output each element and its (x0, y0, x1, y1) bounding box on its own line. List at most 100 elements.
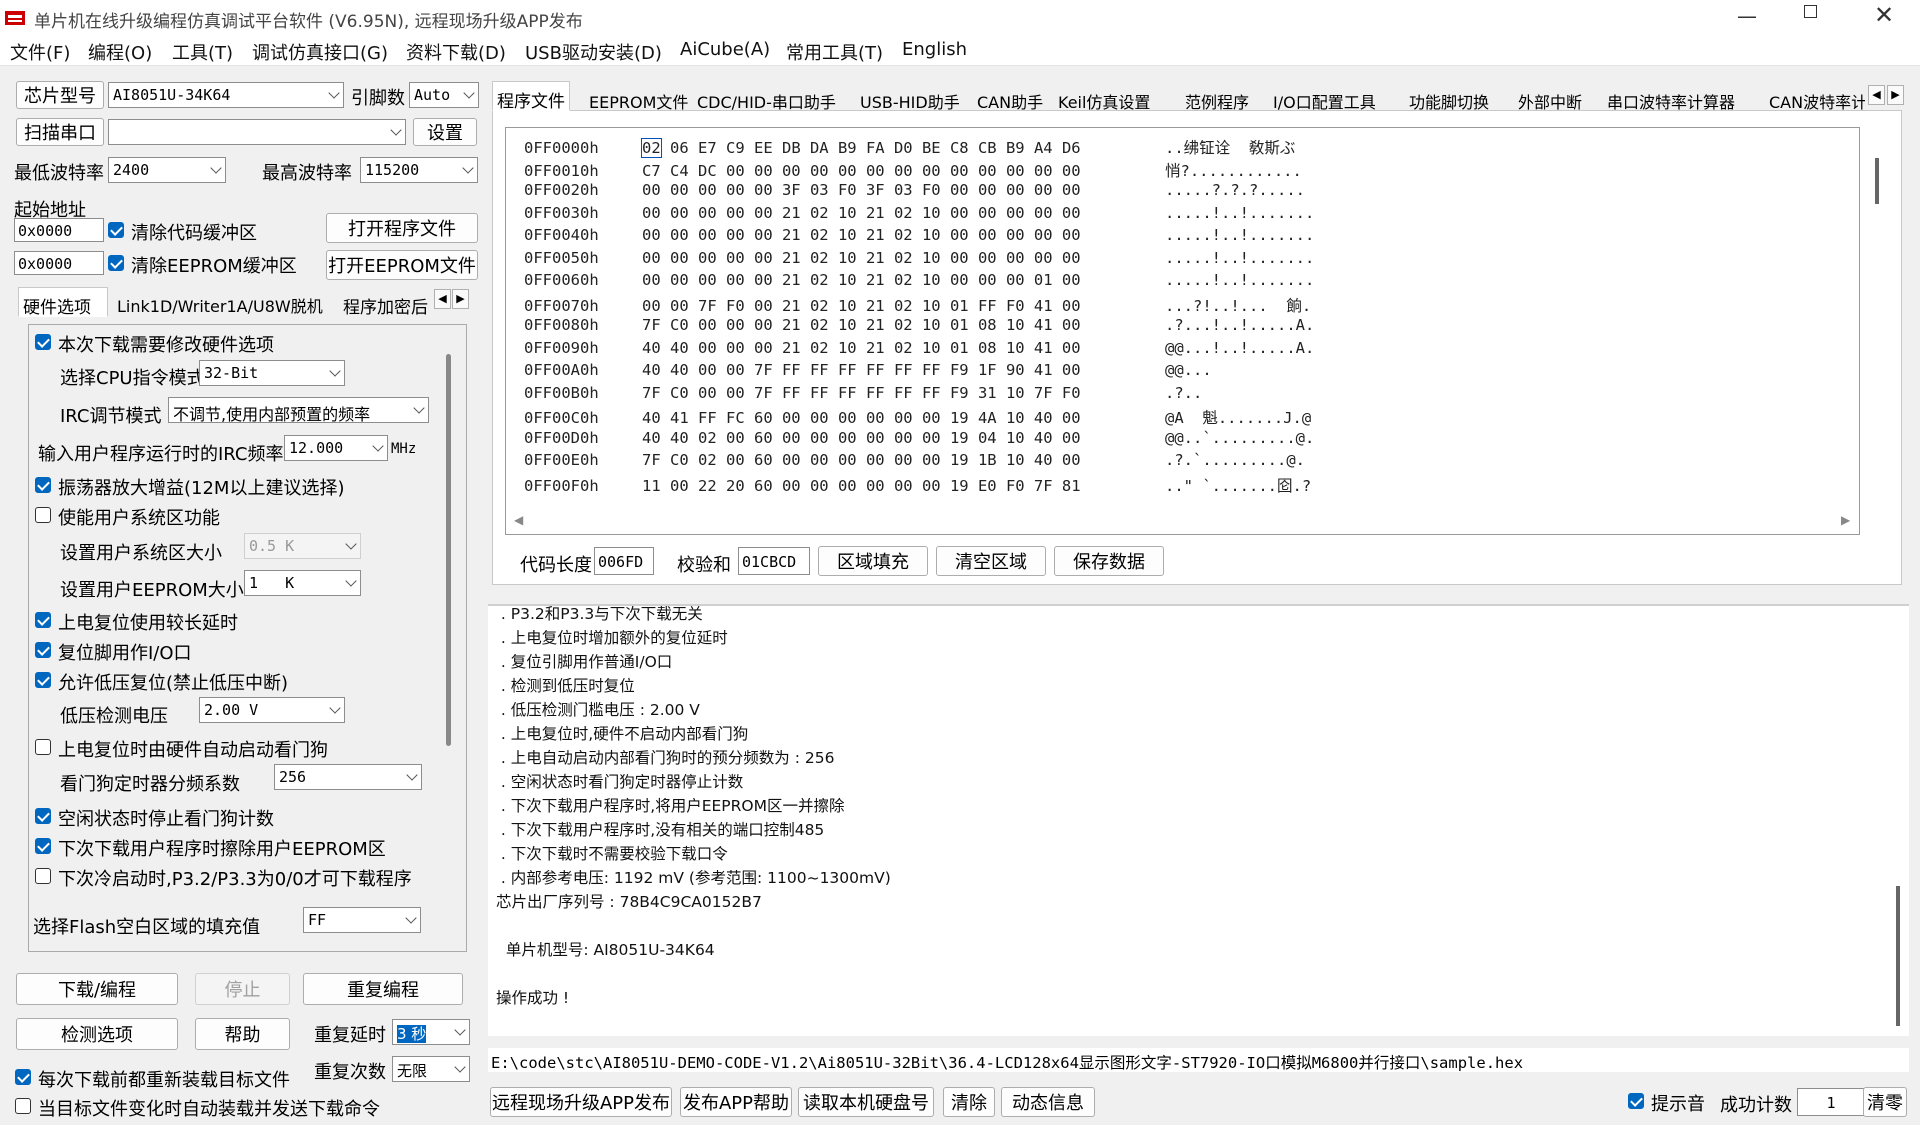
eeprom-start-address-input[interactable]: 0x0000 (14, 251, 104, 275)
tab-program-file[interactable]: 程序文件 (492, 81, 570, 112)
menu-debug[interactable]: 调试仿真接口(G) (252, 39, 388, 65)
pins-select[interactable]: Auto (409, 82, 479, 108)
clear-log-button[interactable]: 清除 (943, 1087, 995, 1117)
chip-model-button[interactable]: 芯片型号 (16, 81, 104, 109)
auto-watchdog-checkbox[interactable]: 上电复位时由硬件自动启动看门狗 (35, 736, 328, 762)
clear-eeprom-buffer-checkbox[interactable]: 清除EEPROM缓冲区 (108, 252, 297, 278)
read-disk-id-button[interactable]: 读取本机硬盘号 (798, 1087, 934, 1117)
p32-p33-checkbox[interactable]: 下次冷启动时,P3.2/P3.3为0/0才可下载程序 (35, 865, 412, 891)
scroll-right-icon[interactable]: ▶ (1841, 513, 1850, 527)
tab-hardware-options[interactable]: 硬件选项 (18, 287, 108, 318)
low-voltage-reset-checkbox[interactable]: 允许低压复位(禁止低压中断) (35, 669, 288, 695)
minimize-icon[interactable]: — (1737, 4, 1757, 28)
clear-code-buffer-checkbox[interactable]: 清除代码缓冲区 (108, 219, 257, 245)
tab-io-config[interactable]: I/O口配置工具 (1268, 83, 1381, 113)
download-program-button[interactable]: 下载/编程 (16, 973, 178, 1005)
tab-scroll-right-icon[interactable]: ▶ (452, 289, 469, 309)
reset-pin-io-checkbox[interactable]: 复位脚用作I/O口 (35, 639, 192, 665)
publish-app-help-button[interactable]: 发布APP帮助 (680, 1087, 792, 1117)
tab-eeprom-file[interactable]: EEPROM文件 (584, 83, 693, 113)
watchdog-divider-select[interactable]: 256 (274, 764, 422, 790)
stop-button[interactable]: 停止 (195, 973, 290, 1005)
hex-vertical-scrollbar[interactable] (1875, 158, 1879, 204)
tab-can-helper[interactable]: CAN助手 (972, 83, 1048, 113)
hex-ascii: @@...!..!.....A. (1165, 338, 1315, 357)
save-data-button[interactable]: 保存数据 (1054, 546, 1164, 576)
erase-eeprom-checkbox[interactable]: 下次下载用户程序时擦除用户EEPROM区 (35, 835, 386, 861)
menu-download[interactable]: 资料下载(D) (406, 39, 506, 65)
repeat-program-button[interactable]: 重复编程 (303, 973, 463, 1005)
log-output[interactable]: . P3.2和P3.3与下次下载无关 . 上电复位时增加额外的复位延时 . 复位… (488, 604, 1909, 1036)
min-baud-select[interactable]: 2400 (108, 157, 226, 183)
help-button[interactable]: 帮助 (195, 1018, 290, 1050)
repeat-delay-select[interactable]: 3 秒 (392, 1019, 470, 1045)
hex-row: 0FF0010h C7 C4 DC 00 00 00 00 00 00 00 00… (524, 159, 1302, 181)
system-area-checkbox[interactable]: 使能用户系统区功能 (35, 504, 220, 530)
open-eeprom-file-button[interactable]: 打开EEPROM文件 (326, 250, 478, 280)
beep-checkbox[interactable]: 提示音 (1628, 1090, 1705, 1116)
modify-hardware-checkbox[interactable]: 本次下载需要修改硬件选项 (35, 331, 274, 357)
max-baud-select[interactable]: 115200 (360, 157, 478, 183)
tab-scroll-right-icon[interactable]: ▶ (1887, 85, 1904, 105)
menu-common-tools[interactable]: 常用工具(T) (786, 39, 883, 65)
code-start-address-input[interactable]: 0x0000 (14, 218, 104, 242)
restore-icon[interactable] (1804, 5, 1817, 18)
flash-fill-select[interactable]: FF (303, 907, 421, 933)
port-select[interactable] (108, 119, 406, 145)
scan-port-button[interactable]: 扫描串口 (16, 118, 104, 146)
scroll-left-icon[interactable]: ◀ (514, 513, 523, 527)
pins-label: 引脚数 (351, 88, 405, 109)
repeat-count-select[interactable]: 无限 (392, 1056, 470, 1082)
eeprom-size-select[interactable]: 1 K (244, 570, 361, 596)
tab-scroll-left-icon[interactable]: ◀ (1868, 85, 1885, 105)
dynamic-info-button[interactable]: 动态信息 (1001, 1087, 1095, 1117)
menu-english[interactable]: English (902, 39, 967, 60)
options-scrollbar[interactable] (446, 354, 451, 746)
hex-editor[interactable]: 0FF0000h 02 06 E7 C9 EE DB DA B9 FA D0 BE… (505, 127, 1879, 535)
menu-tools[interactable]: 工具(T) (172, 39, 233, 65)
tab-external-interrupt[interactable]: 外部中断 (1513, 83, 1587, 113)
log-line: . 内部参考电压: 1192 mV (参考范围: 1100~1300mV) (496, 869, 891, 887)
fill-area-button[interactable]: 区域填充 (818, 546, 928, 576)
window-title: 单片机在线升级编程仿真调试平台软件 (V6.95N), 远程现场升级APP发布 (34, 12, 583, 32)
menu-usb[interactable]: USB驱动安装(D) (525, 39, 662, 65)
publish-app-button[interactable]: 远程现场升级APP发布 (490, 1087, 672, 1117)
tab-baud-calculator[interactable]: 串口波特率计算器 (1602, 83, 1740, 113)
clear-area-button[interactable]: 清空区域 (936, 546, 1046, 576)
hex-bytes: 11 00 22 20 60 00 00 00 00 00 00 19 E0 F… (642, 476, 1081, 495)
log-scrollbar[interactable] (1896, 886, 1900, 1026)
osc-gain-checkbox[interactable]: 振荡器放大增益(12M以上建议选择) (35, 474, 344, 500)
menu-file[interactable]: 文件(F) (10, 39, 70, 65)
system-area-size-select[interactable]: 0.5 K (244, 533, 361, 559)
reload-before-download-checkbox[interactable]: 每次下载前都重新装载目标文件 (15, 1066, 290, 1092)
tab-can-baud[interactable]: CAN波特率计 (1764, 83, 1866, 113)
hex-address: 0FF00F0h (524, 476, 599, 495)
menu-aicube[interactable]: AiCube(A) (680, 39, 770, 60)
tab-keil-settings[interactable]: Keil仿真设置 (1053, 83, 1155, 113)
reset-count-button[interactable]: 清零 (1863, 1087, 1907, 1117)
tab-scroll-left-icon[interactable]: ◀ (434, 289, 451, 309)
tab-offline-writer[interactable]: Link1D/Writer1A/U8W脱机 (112, 287, 328, 317)
tab-cdc-hid-serial[interactable]: CDC/HID-串口助手 (692, 83, 841, 113)
hex-address: 0FF0070h (524, 296, 599, 315)
tab-examples[interactable]: 范例程序 (1180, 83, 1254, 113)
irc-frequency-select[interactable]: 12.000 (284, 435, 388, 461)
low-voltage-select[interactable]: 2.00 V (199, 697, 345, 723)
settings-button[interactable]: 设置 (413, 118, 477, 146)
hex-row: 0FF0090h 40 40 00 00 00 21 02 10 21 02 10… (524, 339, 1314, 361)
close-icon[interactable]: ✕ (1874, 1, 1894, 29)
tab-usb-hid[interactable]: USB-HID助手 (855, 83, 965, 113)
hex-ascii: .....!..!....... (1165, 248, 1315, 267)
idle-stop-watchdog-checkbox[interactable]: 空闲状态时停止看门狗计数 (35, 805, 274, 831)
tab-pin-switch[interactable]: 功能脚切换 (1404, 83, 1494, 113)
auto-send-on-change-checkbox[interactable]: 当目标文件变化时自动装载并发送下载命令 (15, 1095, 380, 1121)
irc-mode-select[interactable]: 不调节,使用内部预置的频率 (168, 397, 429, 423)
cpu-mode-select[interactable]: 32-Bit (199, 360, 345, 386)
hex-ascii: @@..`.........@. (1165, 428, 1315, 447)
menu-program[interactable]: 编程(O) (88, 39, 152, 65)
tab-program-encryption[interactable]: 程序加密后 (338, 287, 433, 317)
long-reset-delay-checkbox[interactable]: 上电复位使用较长延时 (35, 609, 238, 635)
open-program-file-button[interactable]: 打开程序文件 (326, 213, 478, 243)
check-options-button[interactable]: 检测选项 (16, 1018, 178, 1050)
chip-model-select[interactable]: AI8051U-34K64 (108, 82, 344, 108)
